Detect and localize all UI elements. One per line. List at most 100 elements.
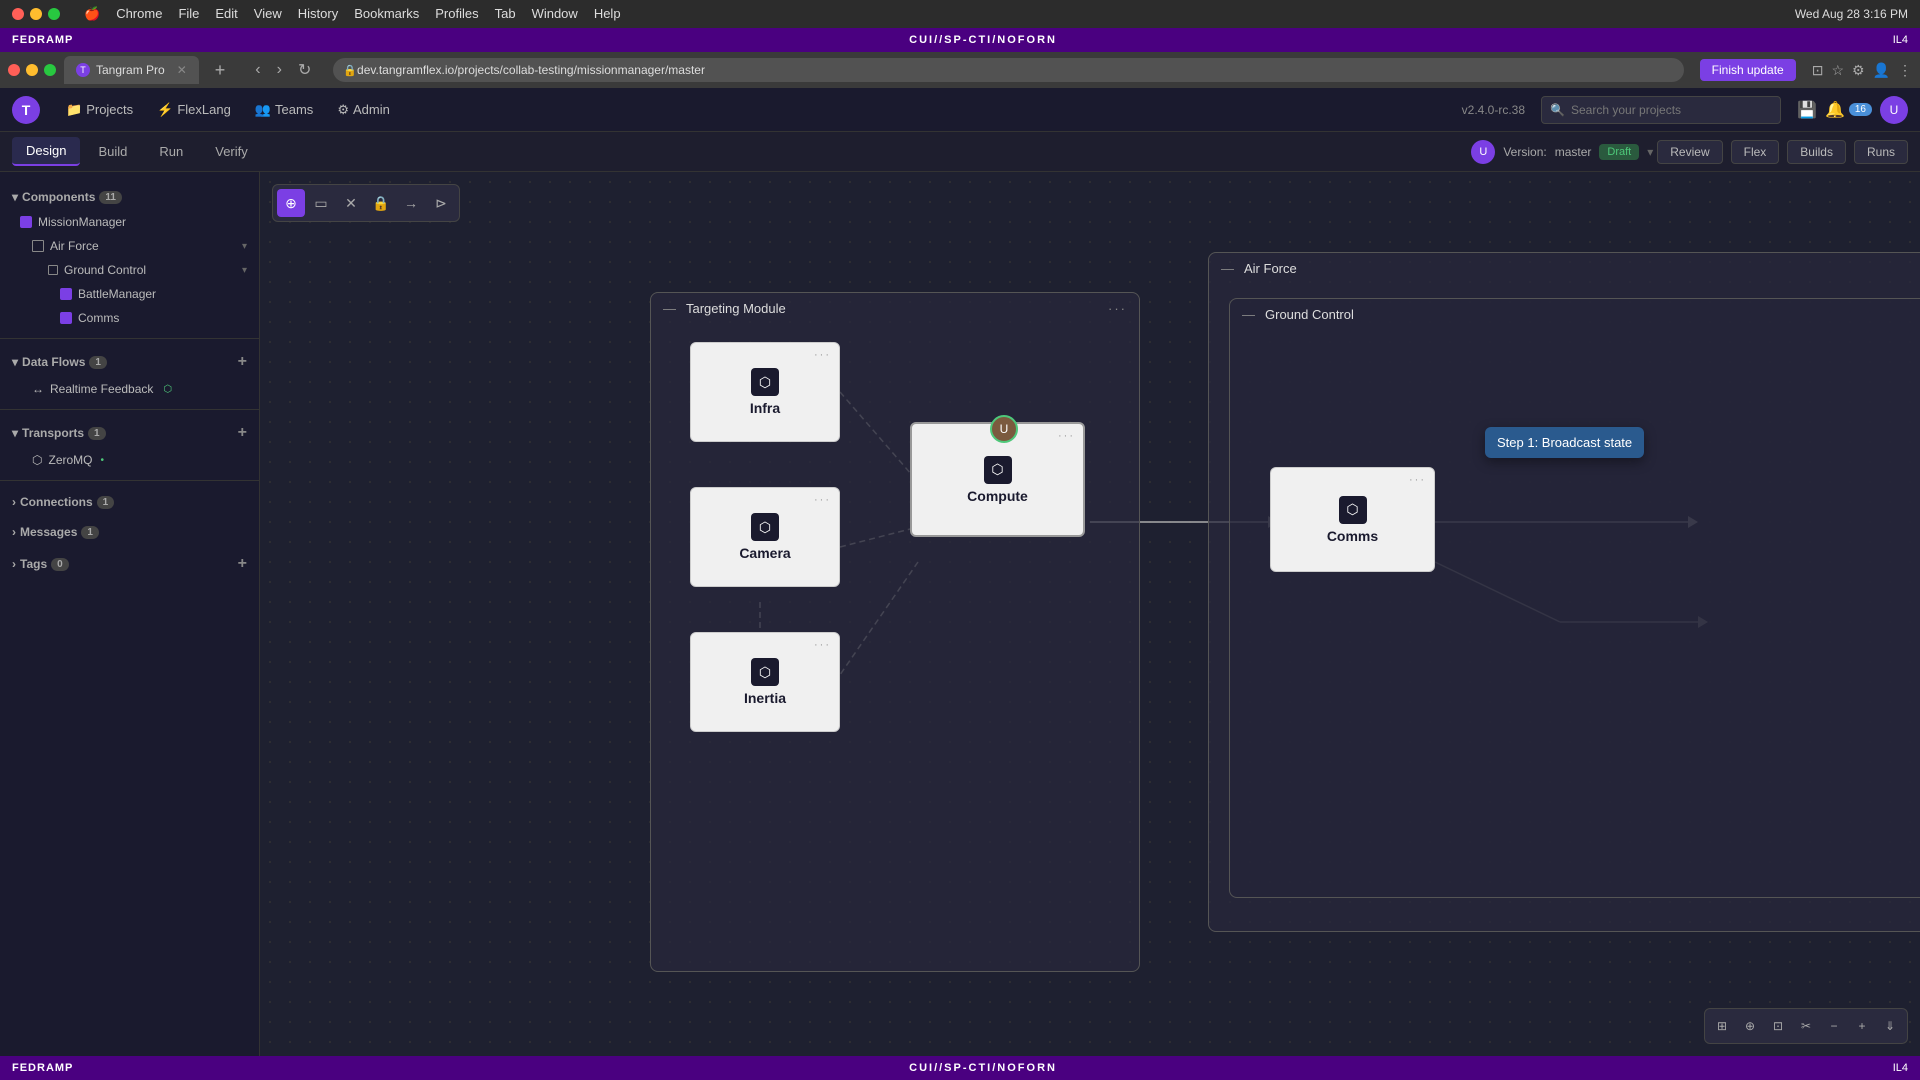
- draft-badge[interactable]: Draft: [1599, 144, 1639, 160]
- new-tab-button[interactable]: +: [207, 60, 234, 81]
- components-count: 11: [99, 191, 122, 204]
- review-button[interactable]: Review: [1657, 140, 1722, 164]
- mac-menu-apple[interactable]: 🍎: [84, 6, 100, 22]
- mini-tool-fit[interactable]: ⊡: [1765, 1013, 1791, 1039]
- flex-button[interactable]: Flex: [1731, 140, 1780, 164]
- minimize-button[interactable]: [30, 8, 42, 20]
- notifications-area[interactable]: 🔔 16: [1825, 100, 1872, 120]
- sidebar-connections-header[interactable]: › Connections 1: [0, 489, 259, 515]
- canvas-tool-select[interactable]: ⊕: [277, 189, 305, 217]
- sidebar-transports-header[interactable]: ▾ Transports 1 +: [0, 418, 259, 448]
- infra-menu[interactable]: ···: [814, 349, 831, 361]
- sidebar-item-groundcontrol[interactable]: Ground Control ▾: [0, 258, 259, 282]
- comms-menu[interactable]: ···: [1409, 474, 1426, 486]
- airforce-collapse[interactable]: —: [1221, 261, 1234, 276]
- maximize-button[interactable]: [48, 8, 60, 20]
- canvas-tool-export[interactable]: ⊳: [427, 189, 455, 217]
- mac-menu-profiles[interactable]: Profiles: [435, 6, 478, 22]
- mac-menu-file[interactable]: File: [178, 6, 199, 22]
- user-avatar-toolbar[interactable]: U: [1471, 140, 1495, 164]
- tab-close-icon[interactable]: ✕: [177, 63, 187, 77]
- camera-node[interactable]: ··· ⬡ Camera: [690, 487, 840, 587]
- sidebar-dataflows-header[interactable]: ▾ Data Flows 1 +: [0, 347, 259, 377]
- mac-menu-help[interactable]: Help: [594, 6, 621, 22]
- inertia-menu[interactable]: ···: [814, 639, 831, 651]
- refresh-button[interactable]: ↻: [292, 58, 317, 82]
- mac-menu-tab[interactable]: Tab: [495, 6, 516, 22]
- browser-close[interactable]: [8, 64, 20, 76]
- mac-menu-view[interactable]: View: [254, 6, 282, 22]
- tab-design[interactable]: Design: [12, 137, 80, 166]
- mac-menu-chrome[interactable]: Chrome: [116, 6, 162, 22]
- mini-tool-zoom-in[interactable]: +: [1849, 1013, 1875, 1039]
- window-controls[interactable]: [12, 8, 60, 20]
- tab-build[interactable]: Build: [84, 138, 141, 165]
- mac-menu-bookmarks[interactable]: Bookmarks: [354, 6, 419, 22]
- more-icon[interactable]: ⋮: [1898, 62, 1912, 79]
- version-label: Version:: [1503, 145, 1546, 159]
- nav-projects[interactable]: 📁 Projects: [56, 98, 143, 122]
- targeting-module-menu[interactable]: ···: [1108, 301, 1127, 316]
- save-icon[interactable]: 💾: [1797, 100, 1817, 120]
- mini-tool-center[interactable]: ⊕: [1737, 1013, 1763, 1039]
- user-avatar[interactable]: U: [1880, 96, 1908, 124]
- nav-admin[interactable]: ⚙ Admin: [327, 98, 400, 122]
- ground-control-collapse[interactable]: —: [1242, 307, 1255, 322]
- realtime-icon: ↔: [32, 382, 44, 396]
- browser-minimize[interactable]: [26, 64, 38, 76]
- canvas-tool-lock[interactable]: 🔒: [367, 189, 395, 217]
- mini-tool-zoom-out[interactable]: −: [1821, 1013, 1847, 1039]
- messages-label: Messages: [20, 525, 77, 539]
- canvas-tool-close[interactable]: ✕: [337, 189, 365, 217]
- sidebar-item-battlemanager[interactable]: BattleManager: [0, 282, 259, 306]
- runs-button[interactable]: Runs: [1854, 140, 1908, 164]
- transports-count: 1: [88, 427, 106, 440]
- mac-menu-edit[interactable]: Edit: [215, 6, 237, 22]
- version-dropdown-icon[interactable]: ▾: [1647, 145, 1653, 159]
- tab-run[interactable]: Run: [145, 138, 197, 165]
- compute-menu[interactable]: ···: [1058, 430, 1075, 442]
- sidebar-components-header[interactable]: ▾ Components 11: [0, 184, 259, 210]
- mini-tool-download[interactable]: ⇓: [1877, 1013, 1903, 1039]
- builds-button[interactable]: Builds: [1787, 140, 1846, 164]
- canvas-tool-rectangle[interactable]: ▭: [307, 189, 335, 217]
- browser-tab[interactable]: T Tangram Pro ✕: [64, 56, 199, 84]
- mac-menu-window[interactable]: Window: [532, 6, 578, 22]
- extensions-icon[interactable]: ⚙: [1852, 62, 1865, 79]
- inertia-node[interactable]: ··· ⬡ Inertia: [690, 632, 840, 732]
- targeting-module-collapse[interactable]: —: [663, 301, 676, 316]
- nav-flexlang[interactable]: ⚡ FlexLang: [147, 98, 241, 122]
- browser-maximize[interactable]: [44, 64, 56, 76]
- bookmark-icon[interactable]: ☆: [1831, 62, 1844, 79]
- back-button[interactable]: ‹: [249, 58, 266, 82]
- mini-tool-screenshot[interactable]: ✂: [1793, 1013, 1819, 1039]
- canvas-tool-import[interactable]: →: [397, 189, 425, 217]
- close-button[interactable]: [12, 8, 24, 20]
- sidebar-item-realtimefeedback[interactable]: ↔ Realtime Feedback ⬡: [0, 377, 259, 401]
- cast-icon[interactable]: ⊡: [1812, 62, 1824, 79]
- forward-button[interactable]: ›: [271, 58, 288, 82]
- tags-add-icon[interactable]: +: [238, 555, 247, 573]
- sidebar-item-airforce[interactable]: Air Force ▾: [0, 234, 259, 258]
- comms-node[interactable]: ··· ⬡ Comms: [1270, 467, 1435, 572]
- sidebar-messages-header[interactable]: › Messages 1: [0, 519, 259, 545]
- dataflows-add-icon[interactable]: +: [238, 353, 247, 371]
- mac-menu-history[interactable]: History: [298, 6, 338, 22]
- mini-tool-grid[interactable]: ⊞: [1709, 1013, 1735, 1039]
- sidebar-tags-header[interactable]: › Tags 0 +: [0, 549, 259, 579]
- address-bar[interactable]: 🔒 dev.tangramflex.io/projects/collab-tes…: [333, 58, 1683, 82]
- transports-add-icon[interactable]: +: [238, 424, 247, 442]
- sidebar-item-zeromq[interactable]: ⬡ ZeroMQ •: [0, 448, 259, 472]
- nav-teams[interactable]: 👥 Teams: [245, 98, 323, 122]
- canvas[interactable]: ⊕ ▭ ✕ 🔒 → ⊳: [260, 172, 1920, 1056]
- nav-flexlang-label: FlexLang: [177, 102, 230, 117]
- groundcontrol-label: Ground Control: [64, 263, 146, 277]
- camera-menu[interactable]: ···: [814, 494, 831, 506]
- sidebar-item-missionmanager[interactable]: MissionManager: [0, 210, 259, 234]
- tab-verify[interactable]: Verify: [201, 138, 262, 165]
- finish-update-button[interactable]: Finish update: [1700, 59, 1796, 81]
- search-projects-input[interactable]: 🔍 Search your projects: [1541, 96, 1781, 124]
- infra-node[interactable]: ··· ⬡ Infra: [690, 342, 840, 442]
- sidebar-item-comms[interactable]: Comms: [0, 306, 259, 330]
- profile-icon[interactable]: 👤: [1873, 62, 1890, 79]
